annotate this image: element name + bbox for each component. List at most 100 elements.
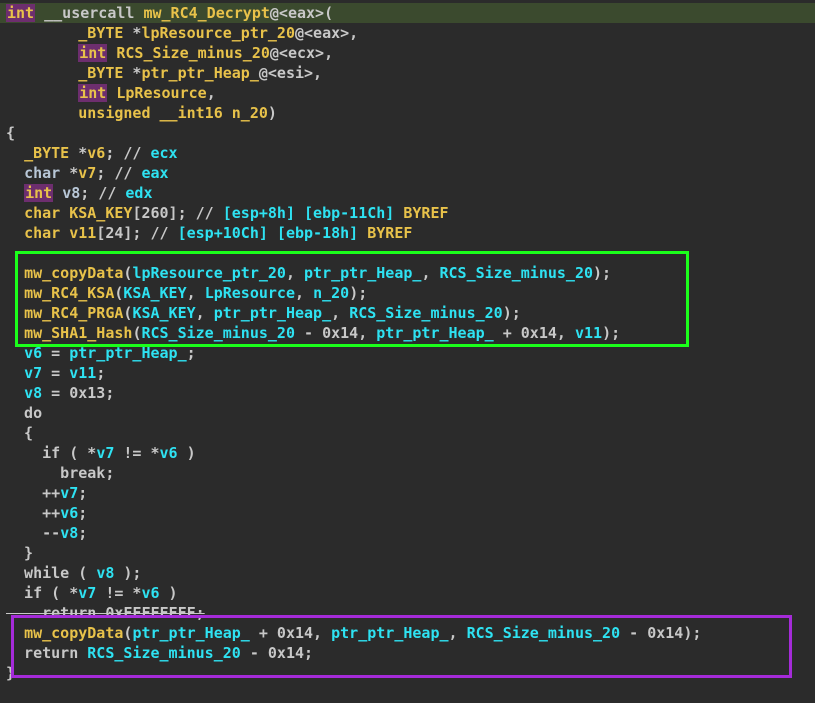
code-token: ++ <box>6 504 61 522</box>
code-line[interactable]: v8 = 0x13; <box>0 383 815 403</box>
decompiled-code-view[interactable]: int __usercall mw_RC4_Decrypt@<eax>( _BY… <box>0 3 815 683</box>
code-line[interactable]: do <box>0 403 815 423</box>
code-token: [esp+10Ch] [ebp-18h] <box>177 224 359 242</box>
code-line[interactable]: } <box>0 663 815 683</box>
code-line[interactable]: return 0xFFFFFFFF; <box>0 603 815 623</box>
code-token: ptr_ptr_Heap_ <box>132 624 250 642</box>
code-line[interactable]: while ( v8 ); <box>0 563 815 583</box>
code-token: mw_RC4_Decrypt <box>143 4 270 22</box>
code-token: lpResource_ptr_20 <box>132 264 286 282</box>
code-token: v7 <box>60 484 79 502</box>
code-token: , <box>195 304 214 322</box>
code-token: KSA_KEY <box>69 204 133 222</box>
code-token: ) <box>177 444 196 462</box>
code-line[interactable]: unsigned __int16 n_20) <box>0 103 815 123</box>
code-token: _BYTE <box>78 24 124 42</box>
code-line[interactable]: mw_copyData(ptr_ptr_Heap_ + 0x14, ptr_pt… <box>0 623 815 643</box>
code-line[interactable]: _BYTE *ptr_ptr_Heap_@<esi>, <box>0 63 815 83</box>
code-token: ; <box>78 524 88 542</box>
code-line[interactable]: mw_RC4_KSA(KSA_KEY, LpResource, n_20); <box>0 283 815 303</box>
code-token: v7 <box>78 164 97 182</box>
code-token: ptr_ptr_Heap_ <box>376 324 494 342</box>
code-token: RCS_Size_minus_20 <box>116 44 270 62</box>
code-token: _BYTE <box>78 64 124 82</box>
code-token: v7 <box>78 584 97 602</box>
code-line[interactable]: int __usercall mw_RC4_Decrypt@<eax>( <box>0 3 815 23</box>
code-line[interactable]: int RCS_Size_minus_20@<ecx>, <box>0 43 815 63</box>
code-line[interactable]: if ( *v7 != *v6 ) <box>0 443 815 463</box>
code-token: do <box>6 404 43 422</box>
code-token: @<eax>( <box>269 4 334 22</box>
code-line[interactable]: v6 = ptr_ptr_Heap_; <box>0 343 815 363</box>
code-token: ptr_ptr_Heap_ <box>141 64 259 82</box>
code-token: int <box>78 84 108 102</box>
code-token: return <box>6 644 88 662</box>
code-line[interactable]: char KSA_KEY[260]; // [esp+8h] [ebp-11Ch… <box>0 203 815 223</box>
code-line[interactable]: { <box>0 423 815 443</box>
code-token: v6 <box>159 444 178 462</box>
code-line[interactable]: mw_SHA1_Hash(RCS_Size_minus_20 - 0x14, p… <box>0 323 815 343</box>
code-token: - 0x14, <box>295 324 377 342</box>
code-line[interactable]: { <box>0 123 815 143</box>
code-token: KSA_KEY <box>123 284 187 302</box>
code-token: * <box>60 164 79 182</box>
code-line[interactable]: if ( *v7 != *v6 ) <box>0 583 815 603</box>
code-line[interactable]: mw_copyData(lpResource_ptr_20, ptr_ptr_H… <box>0 263 815 283</box>
code-line[interactable]: _BYTE *lpResource_ptr_20@<eax>, <box>0 23 815 43</box>
code-token: ++ <box>6 484 61 502</box>
code-token: , <box>206 84 216 102</box>
code-token: , <box>448 624 467 642</box>
code-line[interactable]: } <box>0 543 815 563</box>
code-token: -- <box>6 524 61 542</box>
code-token: RCS_Size_minus_20 <box>439 264 594 282</box>
code-line[interactable]: return RCS_Size_minus_20 - 0x14; <box>0 643 815 663</box>
code-token: = <box>42 364 70 382</box>
code-token: ); <box>349 284 368 302</box>
code-line[interactable]: char v11[24]; // [esp+10Ch] [ebp-18h] BY… <box>0 223 815 243</box>
code-token: v7 <box>96 444 115 462</box>
code-line[interactable]: int LpResource, <box>0 83 815 103</box>
code-line[interactable]: v7 = v11; <box>0 363 815 383</box>
code-token: RCS_Size_minus_20 <box>349 304 503 322</box>
code-line[interactable]: _BYTE *v6; // ecx <box>0 143 815 163</box>
code-line[interactable]: char *v7; // eax <box>0 163 815 183</box>
code-token: v7 <box>24 364 43 382</box>
code-line[interactable]: mw_RC4_PRGA(KSA_KEY, ptr_ptr_Heap_, RCS_… <box>0 303 815 323</box>
code-line[interactable] <box>0 243 815 263</box>
code-token: * <box>123 24 142 42</box>
code-line[interactable]: int v8; // edx <box>0 183 815 203</box>
code-token: @<esi>, <box>258 64 323 82</box>
code-token: mw_RC4_KSA <box>24 284 115 302</box>
code-token: n_20 <box>231 104 268 122</box>
code-token: - 0x14; <box>240 644 314 662</box>
code-token: __usercall <box>35 4 144 22</box>
code-token: { <box>6 424 34 442</box>
code-token: ) <box>267 104 277 122</box>
code-token: int <box>24 184 54 202</box>
code-token: eax <box>141 164 169 182</box>
code-token: ; <box>186 344 196 362</box>
code-token: RCS_Size_minus_20 <box>87 644 241 662</box>
code-token: mw_copyData <box>24 624 124 642</box>
code-token: BYREF <box>367 224 413 242</box>
code-token: v6 <box>60 504 79 522</box>
code-token: = <box>42 344 70 362</box>
code-line[interactable]: break; <box>0 463 815 483</box>
code-token: char <box>24 204 61 222</box>
code-token: RCS_Size_minus_20 <box>466 624 621 642</box>
code-line[interactable]: ++v7; <box>0 483 815 503</box>
code-token: LpResource <box>116 84 207 102</box>
code-token: [260]; // <box>132 204 223 222</box>
code-token: ; <box>78 504 88 522</box>
code-token: ; // <box>105 144 151 162</box>
code-line[interactable]: ++v6; <box>0 503 815 523</box>
code-token: lpResource_ptr_20 <box>141 24 295 42</box>
code-line[interactable]: --v8; <box>0 523 815 543</box>
